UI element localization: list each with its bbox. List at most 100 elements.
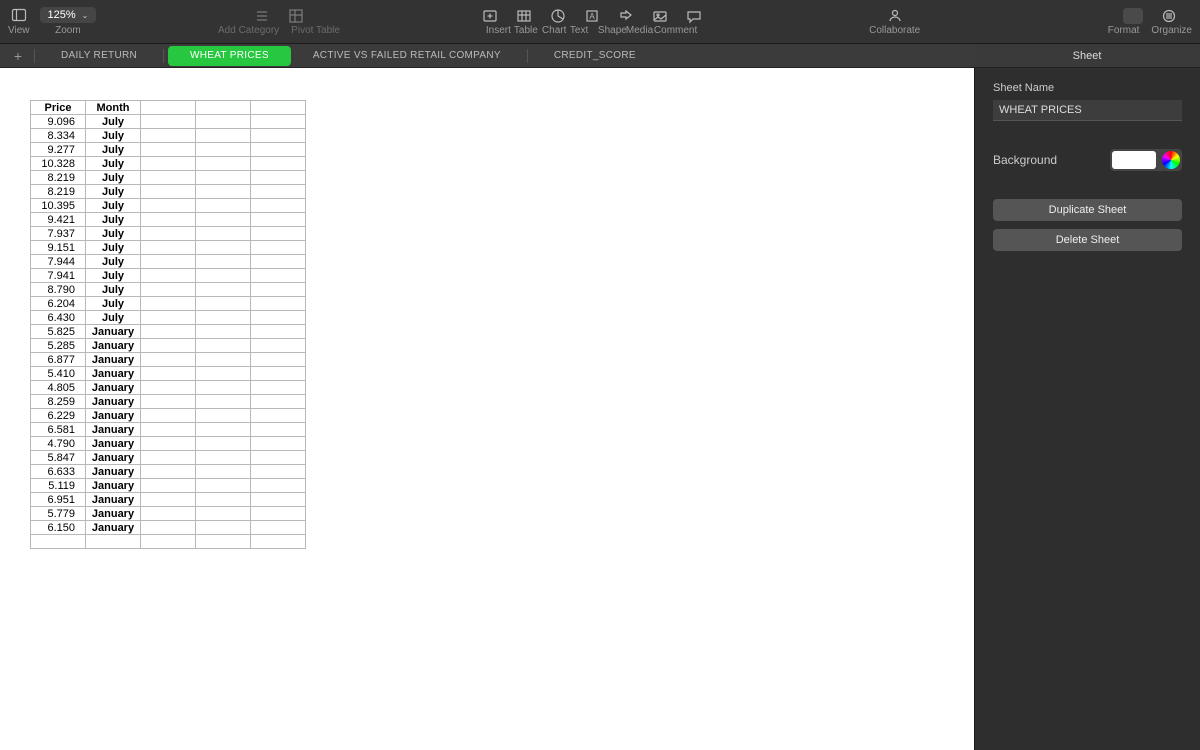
- cell-empty[interactable]: [251, 535, 306, 549]
- table-row[interactable]: 5.410January: [31, 367, 306, 381]
- cell-empty[interactable]: [251, 143, 306, 157]
- table-row[interactable]: 8.219July: [31, 171, 306, 185]
- cell-empty[interactable]: [251, 311, 306, 325]
- cell-month[interactable]: July: [86, 255, 141, 269]
- cell-price[interactable]: 5.825: [31, 325, 86, 339]
- cell-price[interactable]: 10.328: [31, 157, 86, 171]
- cell-empty[interactable]: [196, 143, 251, 157]
- cell-empty[interactable]: [141, 465, 196, 479]
- cell-month[interactable]: January: [86, 479, 141, 493]
- cell-month[interactable]: January: [86, 493, 141, 507]
- background-color-swatch[interactable]: [1112, 151, 1156, 169]
- table-row[interactable]: 4.790January: [31, 437, 306, 451]
- table-row[interactable]: 9.151July: [31, 241, 306, 255]
- cell-empty[interactable]: [251, 367, 306, 381]
- column-header-empty[interactable]: [141, 101, 196, 115]
- comment-icon[interactable]: [686, 8, 702, 24]
- cell-empty[interactable]: [141, 521, 196, 535]
- cell-empty[interactable]: [196, 199, 251, 213]
- cell-empty[interactable]: [141, 255, 196, 269]
- table-row[interactable]: 10.328July: [31, 157, 306, 171]
- cell-empty[interactable]: [196, 227, 251, 241]
- cell-price[interactable]: 7.944: [31, 255, 86, 269]
- cell-empty[interactable]: [251, 381, 306, 395]
- table-row[interactable]: 6.229January: [31, 409, 306, 423]
- cell-month[interactable]: July: [86, 297, 141, 311]
- cell-empty[interactable]: [141, 171, 196, 185]
- cell-empty[interactable]: [141, 115, 196, 129]
- cell-empty[interactable]: [141, 213, 196, 227]
- cell-empty[interactable]: [251, 297, 306, 311]
- table-row[interactable]: 7.941July: [31, 269, 306, 283]
- cell-empty[interactable]: [251, 185, 306, 199]
- cell-empty[interactable]: [196, 339, 251, 353]
- cell-price[interactable]: 8.790: [31, 283, 86, 297]
- cell-empty[interactable]: [196, 395, 251, 409]
- list-icon[interactable]: [254, 8, 270, 24]
- cell-empty[interactable]: [196, 353, 251, 367]
- cell-price[interactable]: 6.150: [31, 521, 86, 535]
- cell-empty[interactable]: [251, 479, 306, 493]
- cell-empty[interactable]: [196, 311, 251, 325]
- collaborate-icon[interactable]: [887, 7, 903, 23]
- cell-price[interactable]: 6.633: [31, 465, 86, 479]
- cell-price[interactable]: 9.151: [31, 241, 86, 255]
- cell-month[interactable]: January: [86, 381, 141, 395]
- cell-empty[interactable]: [196, 423, 251, 437]
- cell-price[interactable]: 6.877: [31, 353, 86, 367]
- cell-month[interactable]: July: [86, 283, 141, 297]
- table-row[interactable]: 8.259January: [31, 395, 306, 409]
- cell-month[interactable]: July: [86, 269, 141, 283]
- cell-empty[interactable]: [251, 507, 306, 521]
- cell-price[interactable]: 6.229: [31, 409, 86, 423]
- table-row[interactable]: 9.096July: [31, 115, 306, 129]
- cell-empty[interactable]: [141, 311, 196, 325]
- cell-month[interactable]: January: [86, 367, 141, 381]
- add-sheet-button[interactable]: +: [6, 48, 30, 64]
- cell-empty[interactable]: [251, 437, 306, 451]
- cell-empty[interactable]: [196, 367, 251, 381]
- cell-month[interactable]: July: [86, 227, 141, 241]
- table-row[interactable]: 7.937July: [31, 227, 306, 241]
- cell-empty[interactable]: [141, 227, 196, 241]
- table-row[interactable]: [31, 535, 306, 549]
- cell-empty[interactable]: [251, 199, 306, 213]
- column-header[interactable]: Month: [86, 101, 141, 115]
- cell-empty[interactable]: [251, 213, 306, 227]
- cell-price[interactable]: 4.805: [31, 381, 86, 395]
- table-row[interactable]: 6.633January: [31, 465, 306, 479]
- cell-price[interactable]: 5.119: [31, 479, 86, 493]
- cell-month[interactable]: January: [86, 339, 141, 353]
- cell-empty[interactable]: [196, 213, 251, 227]
- cell-empty[interactable]: [141, 409, 196, 423]
- cell-price[interactable]: 5.410: [31, 367, 86, 381]
- cell-empty[interactable]: [251, 283, 306, 297]
- cell-month[interactable]: July: [86, 129, 141, 143]
- cell-empty[interactable]: [141, 437, 196, 451]
- table-row[interactable]: 8.219July: [31, 185, 306, 199]
- cell-empty[interactable]: [141, 269, 196, 283]
- cell-month[interactable]: July: [86, 157, 141, 171]
- cell-month[interactable]: July: [86, 171, 141, 185]
- cell-month[interactable]: July: [86, 241, 141, 255]
- cell-empty[interactable]: [141, 185, 196, 199]
- cell-empty[interactable]: [251, 339, 306, 353]
- cell-empty[interactable]: [196, 465, 251, 479]
- cell-price[interactable]: 6.581: [31, 423, 86, 437]
- cell-empty[interactable]: [251, 241, 306, 255]
- cell-month[interactable]: July: [86, 199, 141, 213]
- cell-empty[interactable]: [141, 283, 196, 297]
- sheet-tab[interactable]: CREDIT_SCORE: [532, 46, 658, 66]
- cell-empty[interactable]: [196, 479, 251, 493]
- cell-empty[interactable]: [31, 535, 86, 549]
- cell-empty[interactable]: [196, 283, 251, 297]
- cell-empty[interactable]: [251, 269, 306, 283]
- zoom-dropdown[interactable]: 125% ⌄: [40, 7, 97, 23]
- table-icon[interactable]: [516, 8, 532, 24]
- cell-price[interactable]: 10.395: [31, 199, 86, 213]
- cell-empty[interactable]: [196, 409, 251, 423]
- cell-empty[interactable]: [141, 507, 196, 521]
- cell-empty[interactable]: [251, 493, 306, 507]
- table-row[interactable]: 6.430July: [31, 311, 306, 325]
- cell-price[interactable]: 8.334: [31, 129, 86, 143]
